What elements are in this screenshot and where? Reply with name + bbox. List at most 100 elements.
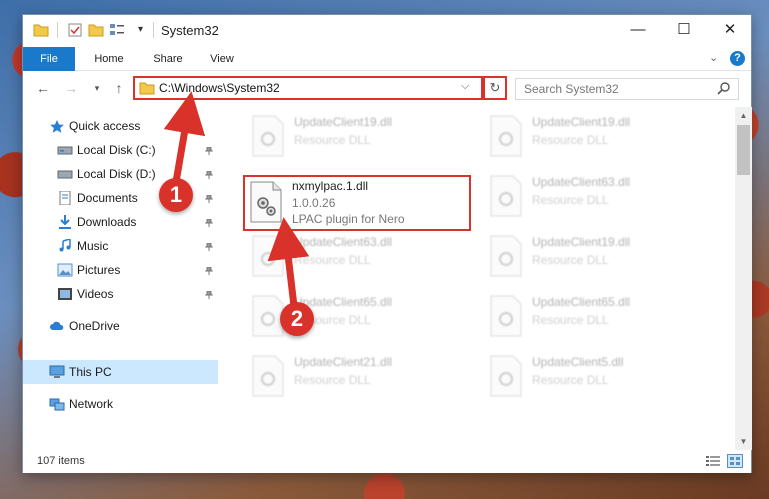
folder-icon[interactable] <box>33 22 49 38</box>
dll-file-icon <box>250 181 282 223</box>
tab-view[interactable]: View <box>199 47 245 71</box>
file-item[interactable]: UpdateClient63.dll Resource DLL <box>485 173 705 225</box>
folder-icon <box>139 82 155 95</box>
pin-icon[interactable] <box>205 195 213 203</box>
maximize-button[interactable]: ☐ <box>661 15 707 47</box>
file-item[interactable]: UpdateClient5.dll Resource DLL <box>485 353 705 405</box>
file-name: UpdateClient5.dll <box>532 355 624 369</box>
search-icon <box>717 82 730 95</box>
tab-home[interactable]: Home <box>81 47 137 71</box>
address-dropdown-chevron-icon[interactable]: ⌵ <box>461 80 469 93</box>
nav-label: Quick access <box>69 119 141 133</box>
dll-file-icon <box>490 115 522 157</box>
dll-file-icon <box>252 115 284 157</box>
file-name: UpdateClient63.dll <box>532 175 631 189</box>
dll-file-icon <box>252 355 284 397</box>
large-icons-view-icon[interactable] <box>727 454 743 468</box>
status-bar: 107 items <box>23 451 751 473</box>
navigation-pane: Quick access Local Disk (C:) Local Disk … <box>23 107 218 450</box>
file-name: nxmylpac.1.dll <box>292 179 369 193</box>
scroll-down-arrow-icon[interactable]: ▼ <box>735 433 752 450</box>
window-title: System32 <box>161 23 219 38</box>
music-icon <box>59 239 71 252</box>
file-type: Resource DLL <box>294 253 371 267</box>
file-item[interactable]: UpdateClient19.dll Resource DLL <box>247 113 467 165</box>
minimize-button[interactable]: — <box>615 15 661 47</box>
back-button[interactable]: ← <box>33 78 53 98</box>
network-icon <box>49 398 65 411</box>
step-2-callout: 2 <box>280 302 314 336</box>
divider <box>153 22 154 38</box>
expand-ribbon-chevron-icon[interactable]: ⌄ <box>709 51 718 64</box>
forward-button[interactable]: → <box>61 78 81 98</box>
tab-file[interactable]: File <box>23 47 75 71</box>
nav-label: Music <box>77 239 109 253</box>
drive-icon <box>57 146 73 155</box>
vertical-scrollbar[interactable]: ▲ ▼ <box>735 107 752 450</box>
nav-label: This PC <box>69 365 112 379</box>
nav-label: OneDrive <box>69 319 120 333</box>
pin-icon[interactable] <box>205 291 213 299</box>
file-type: Resource DLL <box>532 253 609 267</box>
file-item[interactable]: UpdateClient65.dll Resource DLL <box>485 293 705 345</box>
file-name: UpdateClient63.dll <box>294 235 393 249</box>
pin-icon[interactable] <box>205 219 213 227</box>
scrollbar-thumb[interactable] <box>737 125 750 175</box>
address-bar[interactable]: C:\Windows\System32 ⌵ <box>133 76 483 100</box>
videos-icon <box>58 288 72 300</box>
navigation-bar: ← → ▾ ↑ C:\Windows\System32 ⌵ ↻ Search S… <box>23 72 751 104</box>
nav-label: Local Disk (C:) <box>77 143 156 157</box>
pin-icon[interactable] <box>205 243 213 251</box>
dll-file-icon <box>490 235 522 277</box>
nav-label: Downloads <box>77 215 137 229</box>
file-name: UpdateClient65.dll <box>532 295 631 309</box>
file-name: UpdateClient19.dll <box>532 235 631 249</box>
item-count: 107 items <box>37 455 85 467</box>
dll-file-icon <box>490 175 522 217</box>
nav-label: Documents <box>77 191 138 205</box>
file-item[interactable]: UpdateClient63.dll Resource DLL <box>247 233 467 285</box>
file-type: Resource DLL <box>532 193 609 207</box>
documents-icon <box>59 191 71 205</box>
file-type: Resource DLL <box>532 373 609 387</box>
file-item[interactable]: UpdateClient21.dll Resource DLL <box>247 353 467 405</box>
tab-share[interactable]: Share <box>143 47 193 71</box>
ribbon-tabs: File Home Share View ⌄ ? <box>23 47 751 71</box>
dll-file-icon <box>490 295 522 337</box>
file-type: Resource DLL <box>532 313 609 327</box>
file-name: UpdateClient19.dll <box>532 115 631 129</box>
scroll-up-arrow-icon[interactable]: ▲ <box>735 107 752 124</box>
file-item[interactable]: UpdateClient19.dll Resource DLL <box>485 233 705 285</box>
help-button[interactable]: ? <box>730 51 745 66</box>
nav-label: Local Disk (D:) <box>77 167 156 181</box>
step-1-callout: 1 <box>159 178 193 212</box>
downloads-icon <box>59 215 71 229</box>
file-item[interactable]: UpdateClient19.dll Resource DLL <box>485 113 705 165</box>
divider <box>57 22 58 38</box>
view-icon[interactable] <box>109 22 125 38</box>
nav-label: Network <box>69 397 114 411</box>
new-folder-icon[interactable] <box>88 22 104 38</box>
search-input[interactable]: Search System32 <box>515 78 739 100</box>
file-type: Resource DLL <box>294 133 371 147</box>
highlighted-file-item[interactable]: nxmylpac.1.dll 1.0.0.26 LPAC plugin for … <box>243 175 471 231</box>
customize-chevron-icon[interactable]: ▾ <box>138 22 154 38</box>
explorer-window: ▾ System32 — ☐ ✕ File Home Share View ⌄ … <box>22 14 752 473</box>
pin-icon[interactable] <box>205 147 213 155</box>
details-view-icon[interactable] <box>705 454 721 468</box>
computer-icon <box>49 365 65 378</box>
pin-icon[interactable] <box>205 267 213 275</box>
properties-icon[interactable] <box>67 22 83 38</box>
pin-icon[interactable] <box>205 171 213 179</box>
refresh-button[interactable]: ↻ <box>483 76 507 100</box>
star-icon <box>50 120 64 133</box>
nav-label: Videos <box>77 287 114 301</box>
up-button[interactable]: ↑ <box>109 78 129 98</box>
nav-label: Pictures <box>77 263 121 277</box>
address-path: C:\Windows\System32 <box>159 81 280 95</box>
file-list: UpdateClient19.dll Resource DLL UpdateCl… <box>223 107 733 450</box>
dll-file-icon <box>490 355 522 397</box>
close-button[interactable]: ✕ <box>707 15 753 47</box>
file-name: UpdateClient21.dll <box>294 355 393 369</box>
recent-locations-chevron-icon[interactable]: ▾ <box>87 78 107 98</box>
